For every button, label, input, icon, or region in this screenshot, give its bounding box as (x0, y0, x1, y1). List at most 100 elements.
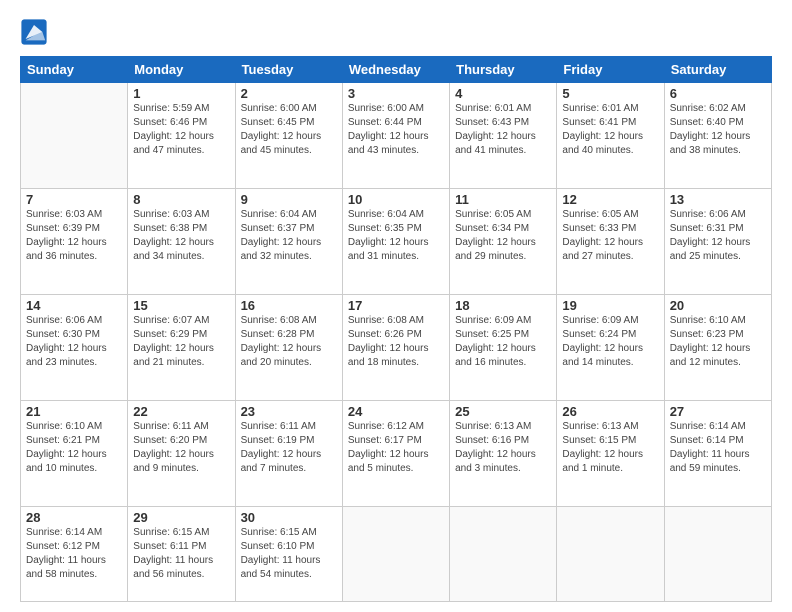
day-info: Sunrise: 6:09 AM Sunset: 6:25 PM Dayligh… (455, 314, 551, 370)
calendar-cell: 19Sunrise: 6:09 AM Sunset: 6:24 PM Dayli… (557, 294, 664, 400)
day-info: Sunrise: 6:05 AM Sunset: 6:34 PM Dayligh… (455, 208, 551, 264)
day-number: 18 (455, 298, 551, 313)
calendar-week-2: 7Sunrise: 6:03 AM Sunset: 6:39 PM Daylig… (21, 188, 772, 294)
day-number: 1 (133, 86, 229, 101)
calendar-cell: 21Sunrise: 6:10 AM Sunset: 6:21 PM Dayli… (21, 400, 128, 506)
calendar-cell: 7Sunrise: 6:03 AM Sunset: 6:39 PM Daylig… (21, 188, 128, 294)
day-info: Sunrise: 6:08 AM Sunset: 6:26 PM Dayligh… (348, 314, 444, 370)
day-number: 13 (670, 192, 766, 207)
day-info: Sunrise: 6:00 AM Sunset: 6:44 PM Dayligh… (348, 102, 444, 158)
day-info: Sunrise: 5:59 AM Sunset: 6:46 PM Dayligh… (133, 102, 229, 158)
day-info: Sunrise: 6:07 AM Sunset: 6:29 PM Dayligh… (133, 314, 229, 370)
calendar-cell: 6Sunrise: 6:02 AM Sunset: 6:40 PM Daylig… (664, 83, 771, 189)
day-info: Sunrise: 6:03 AM Sunset: 6:39 PM Dayligh… (26, 208, 122, 264)
calendar-cell: 9Sunrise: 6:04 AM Sunset: 6:37 PM Daylig… (235, 188, 342, 294)
calendar-cell: 14Sunrise: 6:06 AM Sunset: 6:30 PM Dayli… (21, 294, 128, 400)
day-header-monday: Monday (128, 57, 235, 83)
calendar-cell: 2Sunrise: 6:00 AM Sunset: 6:45 PM Daylig… (235, 83, 342, 189)
calendar-cell: 12Sunrise: 6:05 AM Sunset: 6:33 PM Dayli… (557, 188, 664, 294)
day-number: 3 (348, 86, 444, 101)
day-number: 29 (133, 510, 229, 525)
calendar-cell: 5Sunrise: 6:01 AM Sunset: 6:41 PM Daylig… (557, 83, 664, 189)
day-info: Sunrise: 6:14 AM Sunset: 6:14 PM Dayligh… (670, 420, 766, 476)
calendar-cell: 20Sunrise: 6:10 AM Sunset: 6:23 PM Dayli… (664, 294, 771, 400)
day-info: Sunrise: 6:02 AM Sunset: 6:40 PM Dayligh… (670, 102, 766, 158)
calendar-cell: 18Sunrise: 6:09 AM Sunset: 6:25 PM Dayli… (450, 294, 557, 400)
day-info: Sunrise: 6:04 AM Sunset: 6:37 PM Dayligh… (241, 208, 337, 264)
day-number: 26 (562, 404, 658, 419)
day-info: Sunrise: 6:11 AM Sunset: 6:20 PM Dayligh… (133, 420, 229, 476)
day-number: 19 (562, 298, 658, 313)
calendar-cell: 3Sunrise: 6:00 AM Sunset: 6:44 PM Daylig… (342, 83, 449, 189)
day-number: 2 (241, 86, 337, 101)
day-number: 6 (670, 86, 766, 101)
calendar-cell: 27Sunrise: 6:14 AM Sunset: 6:14 PM Dayli… (664, 400, 771, 506)
page: SundayMondayTuesdayWednesdayThursdayFrid… (0, 0, 792, 612)
day-number: 30 (241, 510, 337, 525)
calendar-week-5: 28Sunrise: 6:14 AM Sunset: 6:12 PM Dayli… (21, 506, 772, 601)
day-info: Sunrise: 6:13 AM Sunset: 6:15 PM Dayligh… (562, 420, 658, 476)
calendar-cell: 16Sunrise: 6:08 AM Sunset: 6:28 PM Dayli… (235, 294, 342, 400)
day-header-tuesday: Tuesday (235, 57, 342, 83)
calendar-cell: 17Sunrise: 6:08 AM Sunset: 6:26 PM Dayli… (342, 294, 449, 400)
day-info: Sunrise: 6:05 AM Sunset: 6:33 PM Dayligh… (562, 208, 658, 264)
day-info: Sunrise: 6:06 AM Sunset: 6:31 PM Dayligh… (670, 208, 766, 264)
calendar-cell: 28Sunrise: 6:14 AM Sunset: 6:12 PM Dayli… (21, 506, 128, 601)
day-number: 23 (241, 404, 337, 419)
day-info: Sunrise: 6:00 AM Sunset: 6:45 PM Dayligh… (241, 102, 337, 158)
day-number: 11 (455, 192, 551, 207)
day-header-wednesday: Wednesday (342, 57, 449, 83)
day-info: Sunrise: 6:15 AM Sunset: 6:11 PM Dayligh… (133, 526, 229, 582)
calendar-cell: 26Sunrise: 6:13 AM Sunset: 6:15 PM Dayli… (557, 400, 664, 506)
day-header-sunday: Sunday (21, 57, 128, 83)
day-number: 20 (670, 298, 766, 313)
calendar-cell: 13Sunrise: 6:06 AM Sunset: 6:31 PM Dayli… (664, 188, 771, 294)
day-number: 24 (348, 404, 444, 419)
calendar-cell: 1Sunrise: 5:59 AM Sunset: 6:46 PM Daylig… (128, 83, 235, 189)
calendar-cell: 30Sunrise: 6:15 AM Sunset: 6:10 PM Dayli… (235, 506, 342, 601)
day-number: 25 (455, 404, 551, 419)
header (20, 18, 772, 46)
calendar-cell (557, 506, 664, 601)
calendar-header-row: SundayMondayTuesdayWednesdayThursdayFrid… (21, 57, 772, 83)
calendar-cell: 29Sunrise: 6:15 AM Sunset: 6:11 PM Dayli… (128, 506, 235, 601)
day-number: 12 (562, 192, 658, 207)
calendar-cell (21, 83, 128, 189)
calendar-cell: 15Sunrise: 6:07 AM Sunset: 6:29 PM Dayli… (128, 294, 235, 400)
day-number: 10 (348, 192, 444, 207)
calendar-cell: 24Sunrise: 6:12 AM Sunset: 6:17 PM Dayli… (342, 400, 449, 506)
day-number: 7 (26, 192, 122, 207)
calendar-cell: 23Sunrise: 6:11 AM Sunset: 6:19 PM Dayli… (235, 400, 342, 506)
day-info: Sunrise: 6:01 AM Sunset: 6:43 PM Dayligh… (455, 102, 551, 158)
day-info: Sunrise: 6:09 AM Sunset: 6:24 PM Dayligh… (562, 314, 658, 370)
calendar-cell: 10Sunrise: 6:04 AM Sunset: 6:35 PM Dayli… (342, 188, 449, 294)
calendar-week-3: 14Sunrise: 6:06 AM Sunset: 6:30 PM Dayli… (21, 294, 772, 400)
calendar-cell (450, 506, 557, 601)
day-header-saturday: Saturday (664, 57, 771, 83)
day-info: Sunrise: 6:12 AM Sunset: 6:17 PM Dayligh… (348, 420, 444, 476)
calendar-week-4: 21Sunrise: 6:10 AM Sunset: 6:21 PM Dayli… (21, 400, 772, 506)
day-number: 22 (133, 404, 229, 419)
day-number: 16 (241, 298, 337, 313)
day-info: Sunrise: 6:08 AM Sunset: 6:28 PM Dayligh… (241, 314, 337, 370)
day-info: Sunrise: 6:06 AM Sunset: 6:30 PM Dayligh… (26, 314, 122, 370)
day-info: Sunrise: 6:15 AM Sunset: 6:10 PM Dayligh… (241, 526, 337, 582)
calendar-week-1: 1Sunrise: 5:59 AM Sunset: 6:46 PM Daylig… (21, 83, 772, 189)
day-number: 17 (348, 298, 444, 313)
calendar-cell: 4Sunrise: 6:01 AM Sunset: 6:43 PM Daylig… (450, 83, 557, 189)
day-number: 8 (133, 192, 229, 207)
logo-icon (20, 18, 48, 46)
day-header-friday: Friday (557, 57, 664, 83)
day-header-thursday: Thursday (450, 57, 557, 83)
calendar-cell (664, 506, 771, 601)
day-number: 27 (670, 404, 766, 419)
day-number: 14 (26, 298, 122, 313)
logo (20, 18, 52, 46)
day-number: 15 (133, 298, 229, 313)
day-info: Sunrise: 6:04 AM Sunset: 6:35 PM Dayligh… (348, 208, 444, 264)
day-number: 28 (26, 510, 122, 525)
day-info: Sunrise: 6:13 AM Sunset: 6:16 PM Dayligh… (455, 420, 551, 476)
calendar-table: SundayMondayTuesdayWednesdayThursdayFrid… (20, 56, 772, 602)
calendar-cell (342, 506, 449, 601)
day-info: Sunrise: 6:03 AM Sunset: 6:38 PM Dayligh… (133, 208, 229, 264)
